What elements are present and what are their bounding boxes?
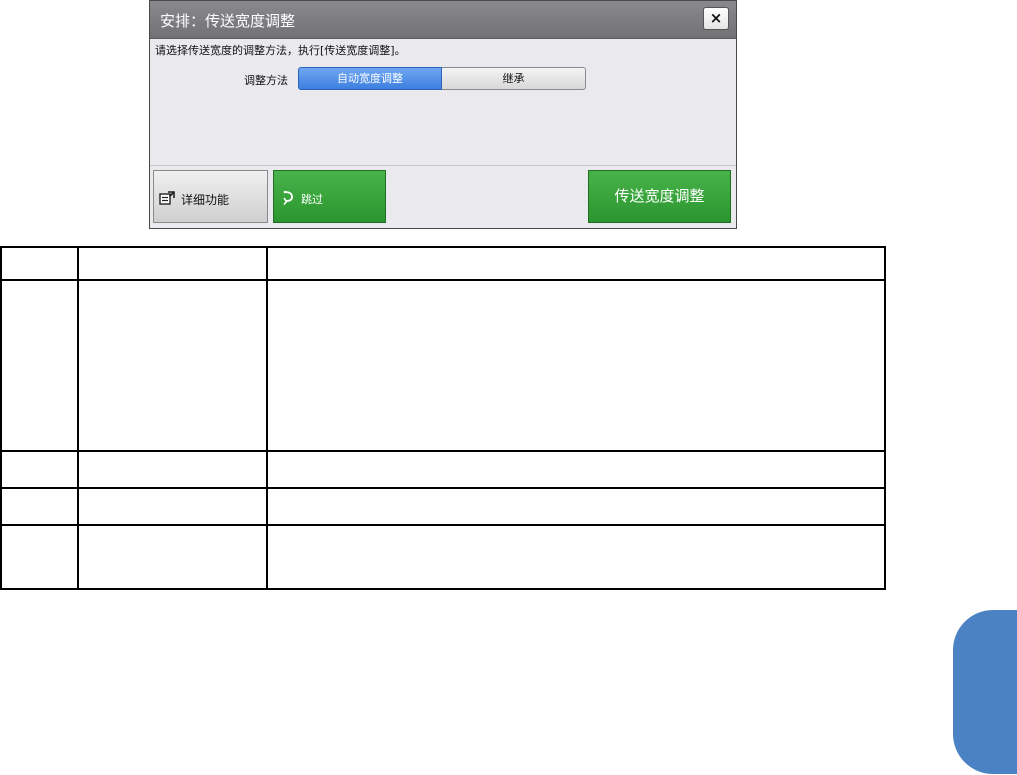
auto-width-adjust-option[interactable]: 自动宽度调整 — [298, 67, 442, 90]
skip-button[interactable]: 跳过 — [273, 170, 386, 223]
detail-functions-label: 详细功能 — [181, 193, 230, 207]
table-border-bottom — [0, 588, 886, 590]
table-column-separator — [266, 246, 268, 590]
table-border-top — [0, 246, 886, 248]
instruction-text: 请选择传送宽度的调整方法，执行[传送宽度调整]。 — [155, 44, 406, 57]
inherit-option[interactable]: 继承 — [442, 67, 586, 90]
detail-functions-icon — [159, 191, 175, 205]
footer-divider — [150, 165, 736, 166]
table-row-separator — [0, 524, 886, 526]
table-column-separator — [77, 246, 79, 590]
table-border-right — [884, 246, 886, 590]
table-row-separator — [0, 487, 886, 489]
transfer-width-adjust-button[interactable]: 传送宽度调整 — [588, 170, 731, 223]
dialog-title: 安排：传送宽度调整 — [160, 12, 296, 30]
table-row-separator — [0, 450, 886, 452]
detail-functions-button[interactable]: 详细功能 — [153, 170, 268, 223]
description-table — [0, 246, 886, 590]
adjust-method-label: 调整方法 — [244, 74, 288, 87]
close-button[interactable]: × — [703, 7, 729, 30]
skip-icon — [283, 190, 293, 206]
dialog-title-bar: 安排：传送宽度调整 × — [150, 1, 736, 39]
chapter-side-tab — [953, 610, 1017, 774]
table-border-left — [0, 246, 2, 590]
skip-label: 跳过 — [301, 193, 323, 206]
table-header-separator — [0, 279, 886, 281]
transfer-width-dialog: 安排：传送宽度调整 × 请选择传送宽度的调整方法，执行[传送宽度调整]。 调整方… — [149, 0, 737, 229]
